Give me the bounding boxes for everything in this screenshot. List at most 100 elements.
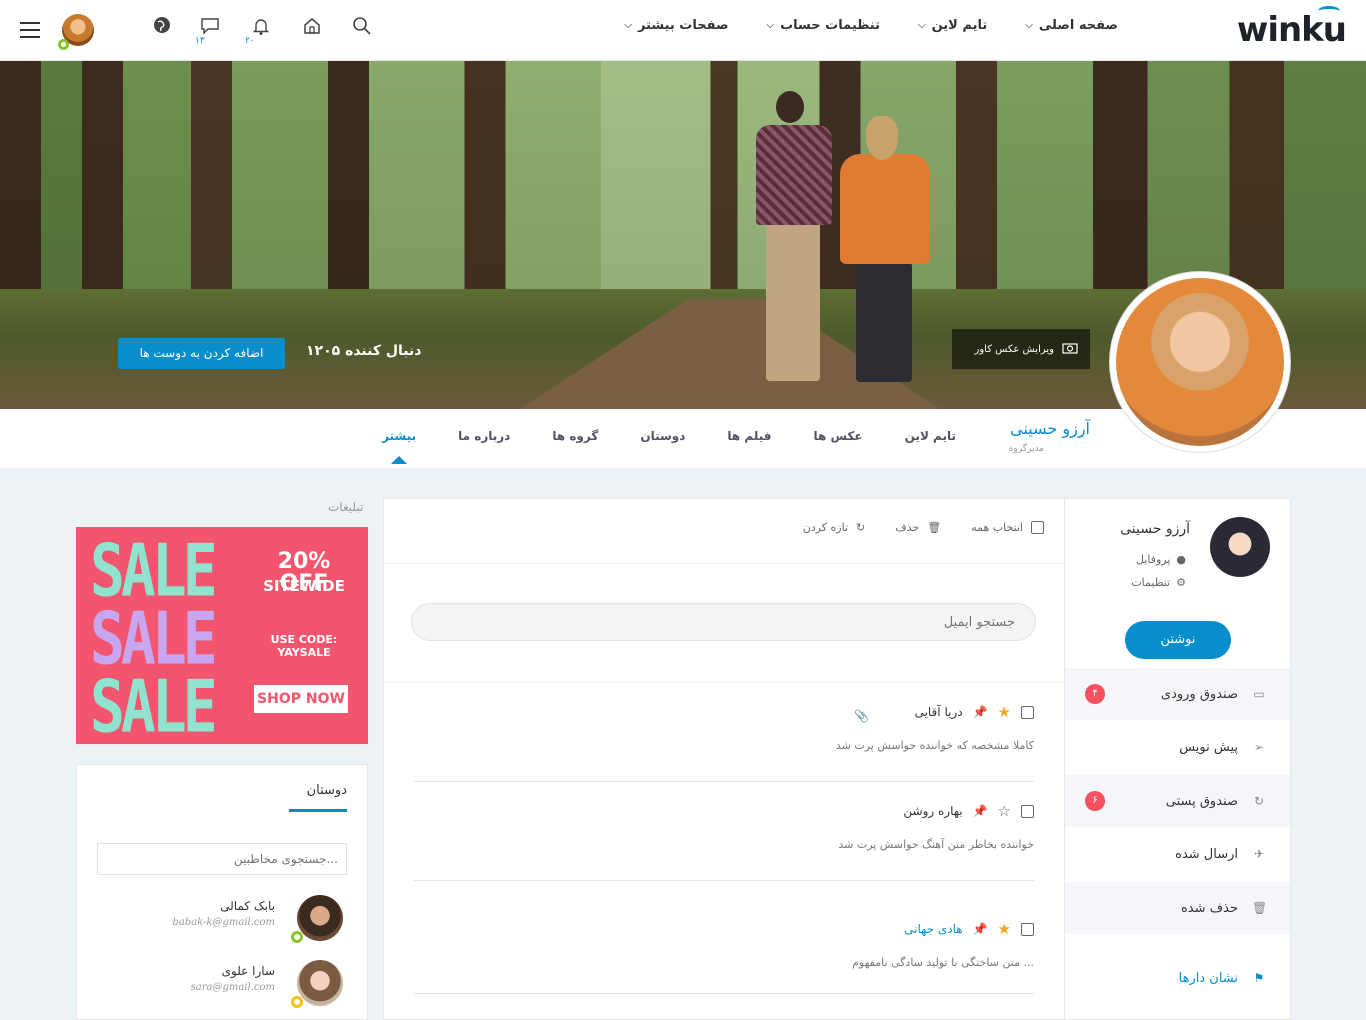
mail-checkbox[interactable] — [1021, 804, 1034, 818]
attachment-icon: 📎 — [854, 709, 869, 723]
settings-link[interactable]: ⚙ تنظیمات — [1131, 576, 1186, 589]
email-search-input[interactable] — [411, 603, 1036, 641]
tab-more[interactable]: بیشتر — [382, 429, 416, 464]
folder-inbox[interactable]: ▭ صندوق ورودی ۴ — [1065, 667, 1290, 720]
ad-code: USE CODE: YAYSALE — [270, 633, 338, 659]
ad-sitewide: SITEWIDE — [263, 577, 345, 595]
friend-name[interactable]: بابک کمالی — [220, 899, 275, 913]
friend-email: sara@gmail.com — [190, 982, 275, 993]
mail-row[interactable]: ☆ 📌 بهاره روشن خواننده بخاطر متن آهنگ حو… — [414, 802, 1034, 881]
folder-trash[interactable]: 🗑 حذف شده — [1065, 881, 1290, 934]
nav-more-pages[interactable]: صفحات بیشتر ⌵ — [624, 18, 728, 33]
edit-cover-label: ویرایش عکس کاور — [974, 343, 1054, 355]
friend-email: babak-k@gmail.com — [172, 917, 275, 928]
search-icon[interactable] — [350, 16, 374, 40]
profile-picture[interactable] — [1110, 272, 1290, 452]
tab-friends[interactable]: دوستان — [640, 429, 685, 443]
friend-avatar[interactable] — [297, 895, 343, 941]
mail-sidebar: آرزو حسینی ● پروفایل ⚙ تنظیمات نوشتن ▭ صندو… — [1064, 498, 1291, 1020]
mail-sender: بهاره روشن — [903, 804, 963, 818]
mail-list-panel: انتخاب همه 🗑حذف ↻تازه کردن ★ 📌 دریا آقای… — [383, 498, 1065, 1020]
top-bar: winku صفحه اصلی ⌵ تایم لاین ⌵ تنظیمات حساب… — [0, 0, 1366, 61]
trash-icon: 🗑 — [927, 521, 942, 534]
tab-groups[interactable]: گروه ها — [552, 429, 598, 443]
followers-count: ۱۲۰۵ دنبال کننده — [306, 343, 422, 359]
mail-toolbar: انتخاب همه 🗑 حذف ↻ تازه کردن — [803, 521, 1044, 534]
star-icon[interactable]: ★ — [998, 920, 1011, 938]
home-icon[interactable] — [300, 16, 324, 40]
user-avatar[interactable] — [58, 14, 94, 50]
refresh-icon: ↻ — [1253, 794, 1265, 808]
folder-drafts[interactable]: ➢ پیش نویس — [1065, 720, 1290, 773]
plane-icon: ✈ — [1253, 847, 1265, 861]
pin-icon[interactable]: 📌 — [973, 705, 988, 719]
contacts-search-input[interactable] — [97, 843, 347, 875]
cover-person-man — [752, 91, 834, 391]
mail-snippet: کاملا مشخصه که خواننده حواسش پرت شد — [835, 739, 1034, 752]
flag-icon: ⚑ — [1253, 971, 1265, 985]
mail-sender: هادی جهانی — [904, 922, 963, 936]
trash-icon: 🗑 — [1252, 901, 1268, 915]
nav-account-settings[interactable]: تنظیمات حساب ⌵ — [767, 18, 880, 33]
mail-user-avatar[interactable] — [1210, 517, 1270, 577]
nav-home[interactable]: صفحه اصلی ⌵ — [1025, 18, 1118, 33]
mail-checkbox[interactable] — [1021, 922, 1034, 936]
profile-name[interactable]: آرزو حسینی — [1010, 419, 1090, 438]
message-count: ۱۳ — [195, 36, 205, 46]
logo[interactable]: winku — [1237, 6, 1347, 50]
ads-title: تبلیغات — [328, 500, 364, 514]
gear-icon: ⚙ — [1176, 576, 1186, 589]
mail-checkbox[interactable] — [1021, 705, 1034, 719]
friend-item[interactable]: بابک کمالی babak-k@gmail.com — [93, 895, 343, 945]
sale-ad-banner[interactable]: SALE SALE SALE 20% OFF SITEWIDE USE CODE… — [76, 527, 368, 744]
sale-word: SALE — [90, 663, 218, 744]
friend-name[interactable]: سارا علوی — [222, 964, 275, 978]
delete-button[interactable]: 🗑 حذف — [895, 521, 941, 534]
profile-tabs: تایم لاین عکس ها فیلم ها دوستان گروه ها … — [382, 429, 956, 464]
inbox-icon: ▭ — [1253, 687, 1265, 701]
chevron-down-icon: ⌵ — [918, 20, 926, 31]
add-friend-button[interactable]: اضافه کردن به دوست ها — [118, 338, 285, 369]
edit-cover-button[interactable]: ویرایش عکس کاور — [952, 329, 1090, 369]
tab-photos[interactable]: عکس ها — [813, 429, 862, 443]
mail-sender: دریا آقایی — [914, 705, 963, 719]
inbox-badge: ۴ — [1085, 684, 1105, 704]
select-all-checkbox[interactable]: انتخاب همه — [971, 521, 1044, 534]
mail-snippet: خواننده بخاطر متن آهنگ حواسش پرت شد — [838, 838, 1034, 851]
star-icon[interactable]: ★ — [998, 703, 1011, 721]
folder-mailbox[interactable]: ↻ صندوق پستی ۶ — [1065, 774, 1290, 827]
tab-about[interactable]: درباره ما — [458, 429, 510, 443]
friends-widget: دوستان بابک کمالی babak-k@gmail.com سارا… — [76, 764, 368, 1020]
chevron-down-icon: ⌵ — [1025, 20, 1033, 31]
camera-icon — [1062, 342, 1078, 357]
tab-videos[interactable]: فیلم ها — [727, 429, 771, 443]
mail-user-name: آرزو حسینی — [1120, 521, 1190, 537]
main-nav: صفحه اصلی ⌵ تایم لاین ⌵ تنظیمات حساب ⌵ صفحا… — [624, 18, 1118, 33]
star-outline-icon[interactable]: ☆ — [998, 802, 1011, 820]
cover-person-woman — [836, 116, 932, 386]
profile-link[interactable]: ● پروفایل — [1136, 553, 1186, 566]
chevron-down-icon: ⌵ — [766, 20, 775, 31]
menu-icon[interactable] — [20, 22, 40, 38]
notification-count: ۲۰ — [245, 36, 255, 46]
online-status-dot — [58, 39, 69, 50]
send-plane-icon: ➢ — [1253, 740, 1265, 754]
refresh-icon: ↻ — [856, 521, 866, 534]
mail-row[interactable]: ★ 📌 هادی جهانی متن ساختگی با تولید سادگی… — [414, 920, 1034, 994]
nav-timeline[interactable]: تایم لاین ⌵ — [918, 18, 987, 33]
refresh-button[interactable]: ↻ تازه کردن — [803, 521, 866, 534]
chevron-down-icon: ⌵ — [624, 20, 632, 31]
friend-item[interactable]: سارا علوی sara@gmail.com — [93, 960, 343, 1010]
pin-icon[interactable]: 📌 — [973, 922, 988, 936]
shop-now-button[interactable]: SHOP NOW — [254, 685, 348, 713]
mail-snippet: متن ساختگی با تولید سادگی نامفهوم ... — [852, 956, 1034, 969]
friend-avatar[interactable] — [297, 960, 343, 1006]
globe-icon[interactable] — [150, 16, 174, 40]
mailbox-badge: ۶ — [1085, 791, 1105, 811]
folder-flagged[interactable]: ⚑ نشان دارها — [1065, 951, 1290, 1004]
folder-sent[interactable]: ✈ ارسال شده — [1065, 827, 1290, 880]
compose-button[interactable]: نوشتن — [1125, 621, 1231, 659]
mail-row[interactable]: ★ 📌 دریا آقایی 📎 کاملا مشخصه که خواننده … — [414, 703, 1034, 782]
tab-timeline[interactable]: تایم لاین — [905, 429, 956, 443]
pin-icon[interactable]: 📌 — [973, 804, 988, 818]
